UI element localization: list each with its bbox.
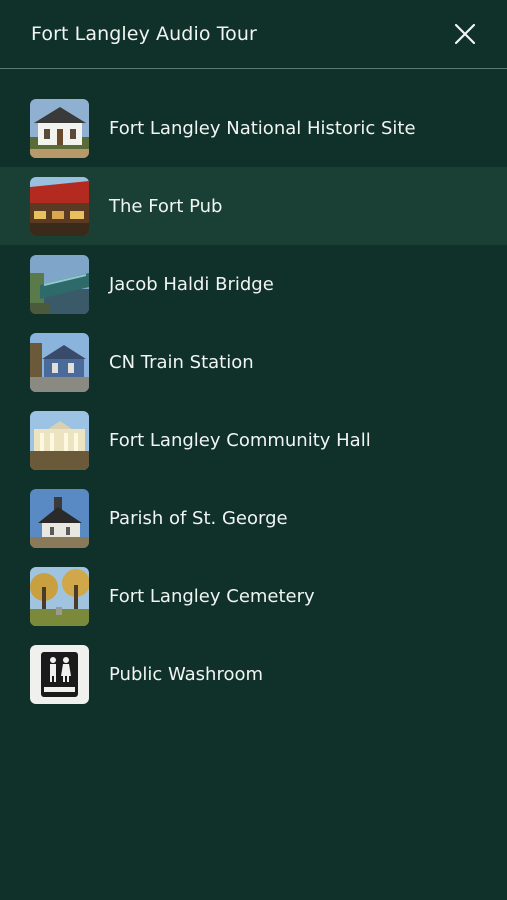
tour-stop-item[interactable]: Fort Langley Cemetery <box>0 557 507 635</box>
header-bar: Fort Langley Audio Tour <box>0 0 507 69</box>
tour-stop-item[interactable]: Fort Langley National Historic Site <box>0 89 507 167</box>
cemetery-thumbnail <box>30 566 89 626</box>
bridge-thumbnail <box>30 254 89 314</box>
tour-stop-label: Fort Langley National Historic Site <box>109 117 416 139</box>
tour-stop-list: Fort Langley National Historic Site The … <box>0 69 507 713</box>
tour-stop-item[interactable]: Jacob Haldi Bridge <box>0 245 507 323</box>
tour-stop-label: The Fort Pub <box>109 195 223 217</box>
tour-stop-label: Parish of St. George <box>109 507 288 529</box>
page-title: Fort Langley Audio Tour <box>31 23 257 45</box>
historic-site-thumbnail <box>30 98 89 158</box>
tour-stop-item[interactable]: Parish of St. George <box>0 479 507 557</box>
church-thumbnail <box>30 488 89 548</box>
tour-stop-label: Fort Langley Cemetery <box>109 585 315 607</box>
tour-stop-item-selected[interactable]: The Fort Pub <box>0 167 507 245</box>
washroom-sign-thumbnail <box>30 644 89 704</box>
tour-stop-label: Jacob Haldi Bridge <box>109 273 274 295</box>
train-station-thumbnail <box>30 332 89 392</box>
tour-stop-item[interactable]: Fort Langley Community Hall <box>0 401 507 479</box>
tour-stop-item[interactable]: CN Train Station <box>0 323 507 401</box>
tour-stop-label: Public Washroom <box>109 663 264 685</box>
close-button[interactable] <box>453 22 477 46</box>
close-icon <box>454 23 476 45</box>
tour-stop-label: CN Train Station <box>109 351 254 373</box>
tour-stop-label: Fort Langley Community Hall <box>109 429 371 451</box>
pub-thumbnail <box>30 176 89 236</box>
community-hall-thumbnail <box>30 410 89 470</box>
tour-stop-item[interactable]: Public Washroom <box>0 635 507 713</box>
